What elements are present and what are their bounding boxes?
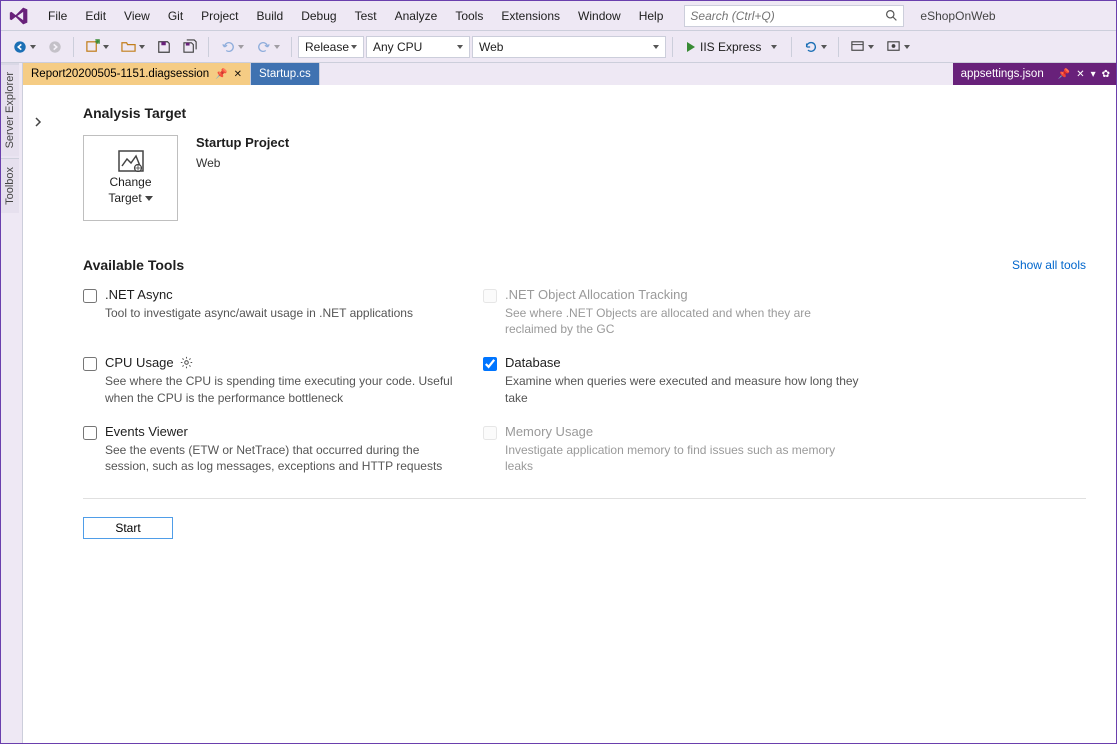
forward-button[interactable] xyxy=(43,35,67,59)
separator xyxy=(291,37,292,57)
start-debugging-button[interactable]: IIS Express xyxy=(679,36,785,58)
undo-button[interactable] xyxy=(215,35,249,59)
separator xyxy=(791,37,792,57)
menu-test[interactable]: Test xyxy=(346,4,386,28)
tool-net-async: .NET Async Tool to investigate async/awa… xyxy=(83,287,463,337)
separator xyxy=(73,37,74,57)
net-async-desc: Tool to investigate async/await usage in… xyxy=(105,305,413,321)
left-tool-dock: Server Explorer Toolbox xyxy=(1,63,23,743)
separator xyxy=(672,37,673,57)
separator xyxy=(208,37,209,57)
gear-icon[interactable]: ✿ xyxy=(1102,69,1110,80)
vs-logo-icon xyxy=(5,2,33,30)
tab-appsettings-preview[interactable]: appsettings.json xyxy=(953,68,1052,80)
tool-net-alloc: .NET Object Allocation Tracking See wher… xyxy=(483,287,863,337)
solution-name: eShopOnWeb xyxy=(920,9,995,23)
toolbox-tab[interactable]: Toolbox xyxy=(1,158,19,213)
memory-usage-desc: Investigate application memory to find i… xyxy=(505,442,863,474)
back-button[interactable] xyxy=(7,35,41,59)
close-preview-icon[interactable]: ✕ xyxy=(1076,69,1084,80)
search-icon xyxy=(885,9,898,22)
menu-git[interactable]: Git xyxy=(159,4,192,28)
tool-cpu-usage: CPU Usage See where the CPU is spending … xyxy=(83,355,463,405)
target-picture-icon xyxy=(117,149,145,173)
net-alloc-checkbox xyxy=(483,289,497,303)
menu-extensions[interactable]: Extensions xyxy=(492,4,569,28)
analysis-target-heading: Analysis Target xyxy=(83,105,1086,121)
browser-refresh-button[interactable] xyxy=(798,35,832,59)
startup-project-combo[interactable]: Web xyxy=(472,36,666,58)
redo-button[interactable] xyxy=(251,35,285,59)
document-area: Analysis Target Change Target Startup Pr… xyxy=(23,85,1116,743)
promote-tab-icon[interactable]: 📌 xyxy=(1058,69,1070,80)
events-viewer-title: Events Viewer xyxy=(105,424,463,439)
cpu-usage-checkbox[interactable] xyxy=(83,357,97,371)
available-tools-heading: Available Tools xyxy=(83,257,184,273)
tab-startup-cs[interactable]: Startup.cs xyxy=(251,63,320,85)
divider xyxy=(83,498,1086,499)
menu-project[interactable]: Project xyxy=(192,4,247,28)
events-viewer-checkbox[interactable] xyxy=(83,426,97,440)
tool-events-viewer: Events Viewer See the events (ETW or Net… xyxy=(83,424,463,474)
menu-help[interactable]: Help xyxy=(630,4,673,28)
menu-view[interactable]: View xyxy=(115,4,159,28)
tool-database: Database Examine when queries were execu… xyxy=(483,355,863,405)
memory-usage-title: Memory Usage xyxy=(505,424,863,439)
configuration-combo[interactable]: Release xyxy=(298,36,364,58)
start-button[interactable]: Start xyxy=(83,517,173,539)
menu-analyze[interactable]: Analyze xyxy=(386,4,447,28)
net-async-checkbox[interactable] xyxy=(83,289,97,303)
database-desc: Examine when queries were executed and m… xyxy=(505,373,863,405)
database-title: Database xyxy=(505,355,863,370)
net-alloc-title: .NET Object Allocation Tracking xyxy=(505,287,863,302)
live-share-button[interactable] xyxy=(881,35,915,59)
net-async-title: .NET Async xyxy=(105,287,413,302)
menu-debug[interactable]: Debug xyxy=(292,4,345,28)
quick-launch-search[interactable] xyxy=(684,5,904,27)
menu-build[interactable]: Build xyxy=(248,4,293,28)
save-all-button[interactable] xyxy=(178,35,202,59)
change-target-button[interactable]: Change Target xyxy=(83,135,178,221)
startup-project-label: Startup Project xyxy=(196,135,289,150)
tool-memory-usage: Memory Usage Investigate application mem… xyxy=(483,424,863,474)
close-icon[interactable]: ✕ xyxy=(234,69,242,80)
platform-combo[interactable]: Any CPU xyxy=(366,36,470,58)
separator xyxy=(838,37,839,57)
expand-chevron-button[interactable] xyxy=(31,115,45,129)
server-explorer-tab[interactable]: Server Explorer xyxy=(1,63,19,156)
cpu-usage-desc: See where the CPU is spending time execu… xyxy=(105,373,463,405)
show-all-tools-link[interactable]: Show all tools xyxy=(1012,258,1086,272)
menu-tools[interactable]: Tools xyxy=(446,4,492,28)
document-tab-well: Report20200505-1151.diagsession 📌 ✕ Star… xyxy=(23,63,1116,85)
menu-bar: File Edit View Git Project Build Debug T… xyxy=(1,1,1116,31)
tab-diagsession[interactable]: Report20200505-1151.diagsession 📌 ✕ xyxy=(23,63,251,85)
save-button[interactable] xyxy=(152,35,176,59)
startup-project-value: Web xyxy=(196,156,289,170)
events-viewer-desc: See the events (ETW or NetTrace) that oc… xyxy=(105,442,463,474)
standard-toolbar: Release Any CPU Web IIS Express xyxy=(1,31,1116,63)
menu-window[interactable]: Window xyxy=(569,4,630,28)
browser-link-button[interactable] xyxy=(845,35,879,59)
database-checkbox[interactable] xyxy=(483,357,497,371)
cpu-usage-title: CPU Usage xyxy=(105,355,463,370)
play-icon xyxy=(687,42,695,52)
menu-edit[interactable]: Edit xyxy=(76,4,115,28)
pin-icon[interactable]: 📌 xyxy=(215,69,227,80)
gear-icon[interactable] xyxy=(180,356,193,369)
tab-overflow-icon[interactable]: ▾ xyxy=(1091,69,1096,80)
new-project-button[interactable] xyxy=(80,35,114,59)
collapse-panel xyxy=(23,85,53,743)
search-input[interactable] xyxy=(690,9,885,23)
memory-usage-checkbox xyxy=(483,426,497,440)
open-file-button[interactable] xyxy=(116,35,150,59)
menu-file[interactable]: File xyxy=(39,4,76,28)
net-alloc-desc: See where .NET Objects are allocated and… xyxy=(505,305,863,337)
